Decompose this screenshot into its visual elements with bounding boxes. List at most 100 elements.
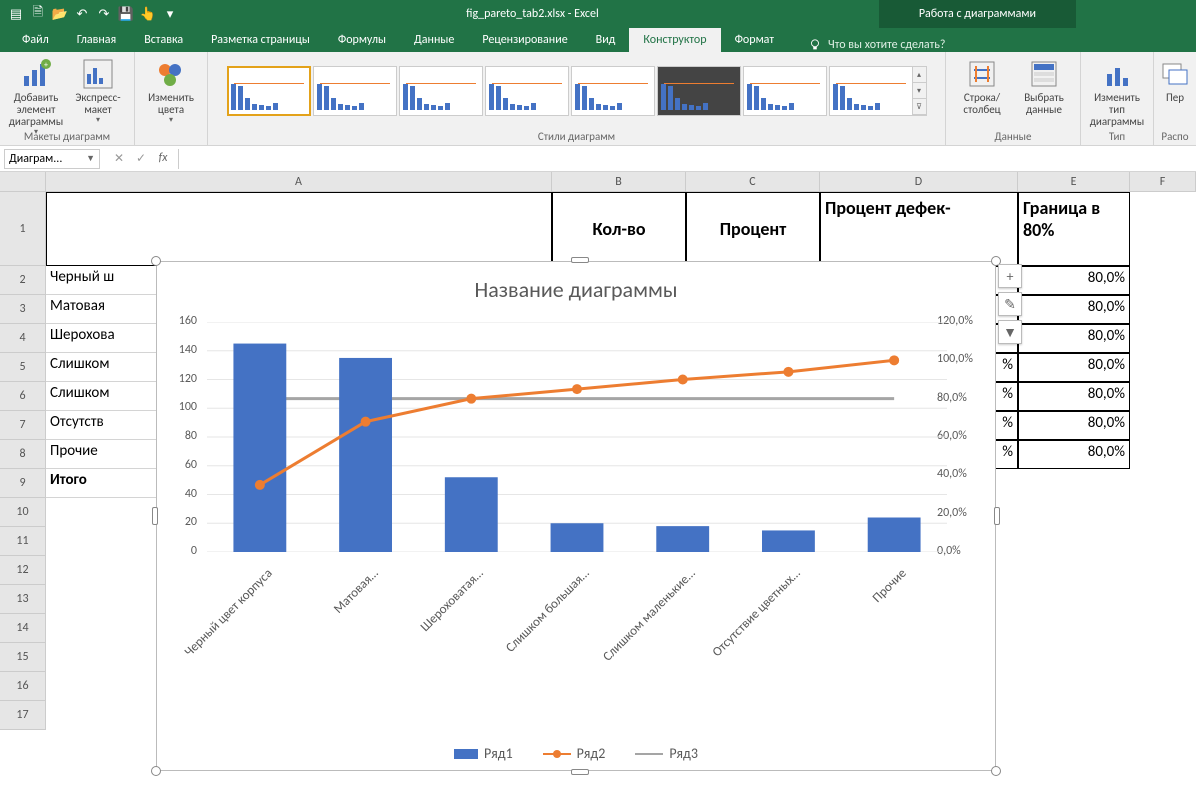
tab-formulas[interactable]: Формулы bbox=[324, 28, 400, 52]
save2-icon[interactable]: 💾 bbox=[118, 6, 134, 22]
row-header-8[interactable]: 8 bbox=[0, 440, 46, 469]
name-box[interactable]: Диаграм... ▼ bbox=[4, 149, 100, 169]
row-header-12[interactable]: 12 bbox=[0, 556, 46, 585]
cell-E2[interactable]: 80,0% bbox=[1018, 266, 1130, 295]
row-header-4[interactable]: 4 bbox=[0, 324, 46, 353]
row-header-3[interactable]: 3 bbox=[0, 295, 46, 324]
row-header-9[interactable]: 9 bbox=[0, 469, 46, 498]
gallery-down-icon[interactable]: ▾ bbox=[913, 83, 926, 99]
col-header-C[interactable]: C bbox=[686, 172, 820, 191]
legend-item-1[interactable]: Ряд1 bbox=[454, 745, 513, 762]
cell-E8[interactable]: 80,0% bbox=[1018, 440, 1130, 469]
chart-title[interactable]: Название диаграммы bbox=[157, 262, 995, 309]
handle-tl[interactable] bbox=[151, 256, 161, 266]
tab-data[interactable]: Данные bbox=[400, 28, 468, 52]
col-header-E[interactable]: E bbox=[1018, 172, 1130, 191]
chart-filters-button[interactable]: ▼ bbox=[998, 320, 1022, 344]
row-header-1[interactable]: 1 bbox=[0, 192, 46, 266]
handle-tm[interactable] bbox=[571, 257, 589, 263]
col-header-B[interactable]: B bbox=[552, 172, 686, 191]
enter-icon[interactable]: ✓ bbox=[132, 151, 150, 166]
chart-elements-button[interactable]: + bbox=[998, 264, 1022, 288]
cell-E4[interactable]: 80,0% bbox=[1018, 324, 1130, 353]
chart-styles-gallery[interactable] bbox=[227, 63, 913, 119]
change-chart-type-button[interactable]: Изменить тип диаграммы bbox=[1087, 56, 1147, 130]
chart-style-3[interactable] bbox=[399, 66, 483, 116]
row-header-16[interactable]: 16 bbox=[0, 672, 46, 701]
cancel-icon[interactable]: ✕ bbox=[110, 151, 128, 166]
handle-br[interactable] bbox=[991, 766, 1001, 776]
col-header-F[interactable]: F bbox=[1130, 172, 1196, 191]
legend-item-3[interactable]: Ряд3 bbox=[635, 745, 698, 762]
cell-B1[interactable]: Кол-во bbox=[552, 192, 686, 266]
cell-E5[interactable]: 80,0% bbox=[1018, 353, 1130, 382]
cell-A1[interactable] bbox=[46, 192, 552, 266]
quick-layout-button[interactable]: Экспресс-макет bbox=[68, 56, 128, 127]
formula-input[interactable] bbox=[178, 149, 1196, 169]
gallery-nav[interactable]: ▴▾⊽ bbox=[913, 66, 927, 116]
cell-D1[interactable]: Процент дефек- bbox=[820, 192, 1018, 266]
change-colors-button[interactable]: Изменить цвета bbox=[141, 56, 201, 127]
chart-style-6[interactable] bbox=[657, 66, 741, 116]
touch-icon[interactable]: 👆 bbox=[140, 6, 156, 22]
cell-E7[interactable]: 80,0% bbox=[1018, 411, 1130, 440]
switch-row-col-button[interactable]: Строка/столбец bbox=[952, 56, 1012, 118]
move-chart-button[interactable]: Пер bbox=[1160, 56, 1190, 106]
open-icon[interactable]: 📂 bbox=[52, 6, 68, 22]
row-header-11[interactable]: 11 bbox=[0, 527, 46, 556]
handle-bm[interactable] bbox=[571, 769, 589, 775]
gallery-more-icon[interactable]: ⊽ bbox=[913, 99, 926, 115]
row-header-17[interactable]: 17 bbox=[0, 701, 46, 730]
tell-me-search[interactable]: Что вы хотите сделать? bbox=[808, 38, 945, 52]
row-header-10[interactable]: 10 bbox=[0, 498, 46, 527]
chart-styles-button[interactable]: ✎ bbox=[998, 292, 1022, 316]
gallery-up-icon[interactable]: ▴ bbox=[913, 67, 926, 83]
add-element-label: Добавить элемент диаграммы bbox=[8, 92, 64, 128]
row-header-6[interactable]: 6 bbox=[0, 382, 46, 411]
tab-format[interactable]: Формат bbox=[721, 28, 788, 52]
tab-view[interactable]: Вид bbox=[582, 28, 630, 52]
add-chart-element-button[interactable]: + Добавить элемент диаграммы bbox=[6, 56, 66, 139]
chart-object[interactable]: Название диаграммы 020406080100120140160… bbox=[156, 261, 996, 771]
save-icon[interactable]: ▤ bbox=[8, 6, 24, 22]
handle-bl[interactable] bbox=[151, 766, 161, 776]
tab-home[interactable]: Главная bbox=[63, 28, 130, 52]
tab-layout[interactable]: Разметка страницы bbox=[197, 28, 324, 52]
tab-insert[interactable]: Вставка bbox=[130, 28, 197, 52]
chart-style-1[interactable] bbox=[227, 66, 311, 116]
chart-style-7[interactable] bbox=[743, 66, 827, 116]
row-header-5[interactable]: 5 bbox=[0, 353, 46, 382]
dropdown-icon[interactable]: ▾ bbox=[162, 6, 178, 22]
fx-icon[interactable]: fx bbox=[154, 151, 172, 166]
cell-C1[interactable]: Процент bbox=[686, 192, 820, 266]
name-box-dropdown-icon[interactable]: ▼ bbox=[86, 153, 95, 164]
primary-y-axis[interactable]: 020406080100120140160 bbox=[157, 322, 201, 552]
redo-icon[interactable]: ↷ bbox=[96, 6, 112, 22]
new-icon[interactable]: 🗎 bbox=[30, 6, 46, 22]
chart-style-8[interactable] bbox=[829, 66, 913, 116]
cell-E6[interactable]: 80,0% bbox=[1018, 382, 1130, 411]
bulb-icon bbox=[808, 38, 822, 52]
row-header-2[interactable]: 2 bbox=[0, 266, 46, 295]
tab-design[interactable]: Конструктор bbox=[629, 28, 720, 52]
row-header-13[interactable]: 13 bbox=[0, 585, 46, 614]
chart-style-4[interactable] bbox=[485, 66, 569, 116]
cell-E1[interactable]: Граница в 80% bbox=[1018, 192, 1130, 266]
undo-icon[interactable]: ↶ bbox=[74, 6, 90, 22]
chart-legend[interactable]: Ряд1 Ряд2 Ряд3 bbox=[157, 745, 995, 762]
select-data-button[interactable]: Выбрать данные bbox=[1014, 56, 1074, 118]
chart-style-2[interactable] bbox=[313, 66, 397, 116]
tab-file[interactable]: Файл bbox=[8, 28, 63, 52]
plot-area[interactable] bbox=[207, 322, 947, 552]
legend-item-2[interactable]: Ряд2 bbox=[543, 745, 606, 762]
col-header-A[interactable]: A bbox=[46, 172, 552, 191]
col-header-D[interactable]: D bbox=[820, 172, 1018, 191]
chart-style-5[interactable] bbox=[571, 66, 655, 116]
category-axis[interactable]: Черный цвет корпусаМатовая…Шероховатая…С… bbox=[207, 558, 947, 728]
cell-E3[interactable]: 80,0% bbox=[1018, 295, 1130, 324]
tab-review[interactable]: Рецензирование bbox=[468, 28, 581, 52]
row-header-15[interactable]: 15 bbox=[0, 643, 46, 672]
row-header-7[interactable]: 7 bbox=[0, 411, 46, 440]
row-header-14[interactable]: 14 bbox=[0, 614, 46, 643]
select-all-corner[interactable] bbox=[0, 172, 46, 191]
